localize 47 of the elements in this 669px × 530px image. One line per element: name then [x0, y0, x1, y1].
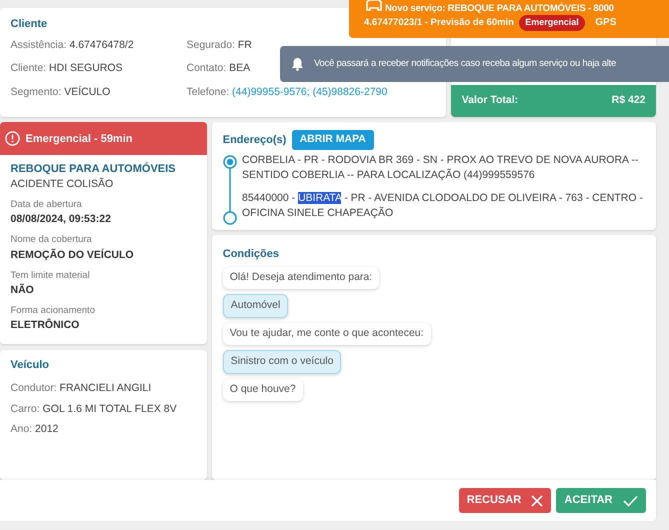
close-icon — [531, 494, 544, 506]
field-text: Carro: GOL 1.6 MI TOTAL FLEX 8V — [10, 402, 178, 417]
field-text: Contato: BEA — [186, 61, 250, 76]
reject-button[interactable]: RECUSAR — [458, 488, 552, 513]
route-line — [229, 168, 230, 212]
gps-tag: GPS — [595, 15, 616, 30]
info-icon — [5, 131, 20, 146]
field-text: Cliente: HDI SEGUROS — [10, 61, 123, 76]
detail-label: Tem limite material — [10, 268, 91, 282]
total-label: Valor Total: — [462, 93, 518, 108]
detail-value: ELETRÔNICO — [10, 318, 80, 333]
car-icon — [365, 0, 383, 12]
address-text: CORBELIA - PR - RODOVIA BR 369 - SN - PROX AO TREVO DE NOVA AURORA -- SENTIDO COBERLIA -- PARA LOCALIZAÇÃO (44)999559576 — [242, 152, 640, 182]
field-text: Assistência: 4.67476478/2 — [10, 38, 134, 53]
answer-bubble: Automóvel — [222, 294, 288, 318]
notification-title: Novo serviço: REBOQUE PARA AUTOMÓVEIS - 8000 — [385, 2, 614, 16]
check-icon — [622, 494, 638, 506]
emergency-badge: Emergencial — [519, 15, 585, 30]
toast-message: Você passará a receber notificações caso receba algum serviço ou haja alte — [314, 56, 616, 71]
question-bubble: Olá! Deseja atendimento para: — [222, 267, 380, 289]
detail-value: REMOÇÃO DO VEÍCULO — [10, 248, 135, 262]
field-text: Ano: 2012 — [10, 422, 60, 438]
detail-label: Forma acionamento — [10, 304, 96, 318]
section-title: Veículo — [10, 358, 50, 374]
detail-label: Nome da cobertura — [10, 233, 93, 248]
question-bubble: Vou te ajudar, me conte o que aconteceu: — [222, 323, 431, 345]
service-title: REBOQUE PARA AUTOMÓVEIS — [10, 161, 176, 176]
section-title: Condições — [222, 246, 279, 262]
field-text: Segmento: VEÍCULO — [10, 85, 110, 100]
detail-value: 08/08/2024, 09:53:22 — [10, 212, 112, 228]
field-text: Condutor: FRANCIELI ANGILI — [10, 381, 152, 396]
phone-text: Telefone: (44)99955-9576; (45)98826-2790 — [186, 85, 388, 100]
notification-text: 4.67477023/1 - Previsão de 60min — [364, 16, 514, 30]
field-text: Segurado: FR — [186, 38, 252, 53]
alert-text: Emergencial - 59min — [26, 132, 132, 146]
bell-icon — [290, 57, 304, 71]
address-text: 85440000 - UBIRATA - PR - AVENIDA CLODOALDO DE OLIVEIRA - 763 - CENTRO - OFICINA SINELE CHAPEAÇÃO — [242, 190, 644, 220]
question-bubble: O que houve? — [222, 379, 303, 401]
answer-bubble: Sinistro com o veículo — [222, 350, 342, 374]
open-map-button[interactable]: ABRIR MAPA — [292, 130, 374, 150]
section-title: Endereço(s) — [222, 132, 286, 148]
accept-button[interactable]: ACEITAR — [556, 488, 646, 513]
detail-label: Data de abertura — [10, 198, 83, 212]
detail-value: NÃO — [10, 282, 35, 298]
service-subtitle: ACIDENTE COLISÃO — [10, 177, 114, 192]
total-value: R$ 422 — [612, 93, 646, 108]
section-title: Cliente — [10, 16, 48, 32]
